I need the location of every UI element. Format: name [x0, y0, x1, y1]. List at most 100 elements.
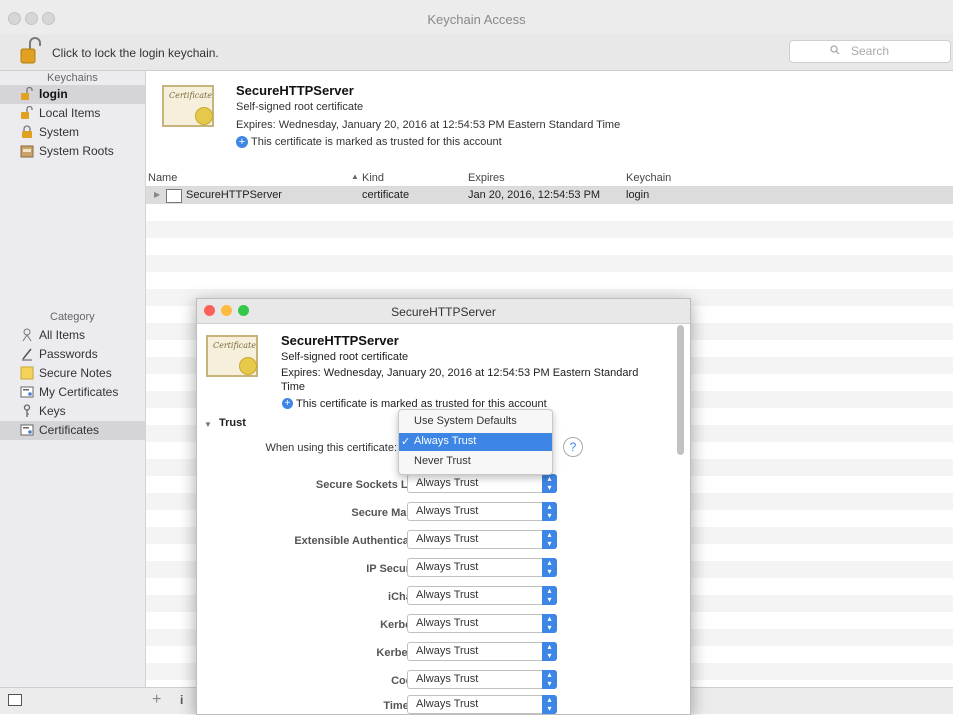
sort-ascending-icon: ▲	[351, 172, 359, 181]
certificate-icon	[166, 189, 182, 203]
sheet-title-bar: SecureHTTPServer	[197, 299, 690, 324]
cert-expires: Expires: Wednesday, January 20, 2016 at …	[236, 119, 621, 131]
sheet-cert-kind: Self-signed root certificate	[281, 351, 409, 363]
table-row[interactable]: ▶ SecureHTTPServer certificate Jan 20, 2…	[146, 187, 953, 204]
seal-icon	[239, 357, 257, 375]
sidebar-item-system-roots[interactable]: System Roots	[0, 142, 145, 161]
policy-select-kerberos-server[interactable]: Always Trust ▴ ▾	[407, 642, 557, 661]
empty-row	[146, 221, 953, 238]
sidebar-item-login[interactable]: login	[0, 85, 145, 104]
sheet-title: SecureHTTPServer	[391, 305, 496, 319]
scrollbar-thumb[interactable]	[677, 325, 684, 455]
select-arrows-icon: ▴▾	[542, 530, 557, 549]
certificate-image: Certificate	[206, 335, 258, 377]
cert-trust-note: This certificate is marked as trusted fo…	[251, 136, 502, 148]
certificate-detail-window: SecureHTTPServer Certificate SecureHTTPS…	[196, 298, 691, 715]
sidebar-item-label: All Items	[39, 328, 86, 342]
info-button[interactable]: i	[180, 693, 183, 707]
help-button[interactable]: ?	[563, 437, 583, 457]
category-header: Category	[50, 311, 95, 323]
sidebar-item-label: Passwords	[39, 347, 98, 361]
sidebar-item-label: Keys	[39, 404, 66, 418]
sheet-cert-expires: Expires: Wednesday, January 20, 2016 at …	[281, 367, 639, 379]
sidebar-item-label: Local Items	[39, 106, 101, 120]
sidebar-item-label: System Roots	[39, 144, 114, 158]
sidebar-toggle-icon[interactable]	[8, 694, 22, 706]
column-header-kind[interactable]: Kind	[362, 172, 384, 184]
sheet-cert-title: SecureHTTPServer	[281, 333, 399, 348]
disclosure-triangle-icon[interactable]: ▶	[154, 190, 160, 199]
sidebar-item-label: My Certificates	[39, 385, 119, 399]
sidebar-item-all-items[interactable]: All Items	[0, 326, 145, 345]
column-header-name[interactable]: Name	[148, 172, 177, 184]
sidebar-item-local-items[interactable]: Local Items	[0, 104, 145, 123]
row-keychain: login	[626, 189, 650, 201]
window-title: Keychain Access	[427, 12, 526, 27]
select-arrows-icon: ▴▾	[542, 474, 557, 493]
select-arrows-icon: ▴▾	[542, 558, 557, 577]
lock-open-icon	[20, 86, 34, 101]
sidebar-item-label: Certificates	[39, 423, 100, 437]
certificate-icon	[20, 385, 34, 399]
menu-item-use-system-defaults[interactable]: Use System Defaults	[399, 413, 552, 431]
sidebar-item-keys[interactable]: Keys	[0, 402, 145, 421]
disclosure-down-icon[interactable]: ▼	[204, 420, 212, 429]
sidebar-item-certificates[interactable]: Certificates	[0, 421, 145, 440]
add-button[interactable]: +	[152, 691, 161, 709]
select-arrows-icon: ▴▾	[542, 586, 557, 605]
lock-closed-icon	[20, 125, 34, 139]
select-arrows-icon: ▴▾	[542, 670, 557, 689]
cert-kind: Self-signed root certificate	[236, 101, 364, 113]
when-using-label: When using this certificate:	[265, 442, 397, 454]
certificate-icon	[20, 423, 34, 437]
select-arrows-icon: ▴▾	[542, 502, 557, 521]
column-header-expires[interactable]: Expires	[468, 172, 505, 184]
sidebar-item-system[interactable]: System	[0, 123, 145, 142]
key-icon	[20, 404, 34, 418]
select-arrows-icon: ▴▾	[542, 695, 557, 714]
policy-select-smime[interactable]: Always Trust ▴ ▾	[407, 502, 557, 521]
policy-select-ssl[interactable]: Always Trust ▴ ▾	[407, 474, 557, 493]
policy-select-ichat[interactable]: Always Trust ▴ ▾	[407, 586, 557, 605]
trust-section-header[interactable]: Trust	[219, 417, 246, 429]
column-header-keychain[interactable]: Keychain	[626, 172, 671, 184]
toolbar: Click to lock the login keychain. Search	[0, 34, 953, 71]
lock-open-icon	[20, 105, 34, 120]
table-header: Name ▲ Kind Expires Keychain	[146, 172, 953, 187]
menu-item-never-trust[interactable]: Never Trust	[399, 453, 552, 471]
policy-select-ipsec[interactable]: Always Trust ▴ ▾	[407, 558, 557, 577]
search-icon	[830, 45, 840, 58]
sidebar-item-label: System	[39, 125, 80, 139]
policy-select-kerberos-client[interactable]: Always Trust ▴ ▾	[407, 614, 557, 633]
policy-select-code-signing[interactable]: Always Trust ▴ ▾	[407, 670, 557, 689]
row-name: SecureHTTPServer	[186, 189, 282, 201]
sidebar-item-label: login	[39, 87, 68, 101]
search-input[interactable]: Search	[789, 40, 951, 63]
trust-popup-menu: Use System Defaults ✓ Always Trust Never…	[398, 409, 553, 475]
cabinet-icon	[20, 144, 34, 158]
policy-select-eap[interactable]: Always Trust ▴ ▾	[407, 530, 557, 549]
all-items-icon	[20, 328, 34, 342]
select-arrows-icon: ▴▾	[542, 614, 557, 633]
policy-select-time-stamping[interactable]: Always Trust ▴ ▾	[407, 695, 557, 714]
sidebar: Keychains login Local Items System Syste…	[0, 71, 146, 687]
plus-badge-icon: +	[282, 398, 293, 409]
lock-keychain-label[interactable]: Click to lock the login keychain.	[52, 46, 219, 60]
checkmark-icon: ✓	[401, 436, 411, 448]
search-placeholder: Search	[850, 44, 890, 58]
note-icon	[20, 366, 34, 380]
plus-badge-icon: +	[236, 136, 248, 148]
lock-open-icon[interactable]	[20, 37, 42, 65]
sheet-cert-expires-cont: Time	[281, 381, 306, 393]
menu-item-always-trust[interactable]: ✓ Always Trust	[399, 433, 552, 451]
select-arrows-icon: ▴▾	[542, 642, 557, 661]
seal-icon	[195, 107, 213, 125]
sidebar-item-label: Secure Notes	[39, 366, 112, 380]
pen-icon	[20, 347, 34, 361]
sidebar-item-passwords[interactable]: Passwords	[0, 345, 145, 364]
keychains-header: Keychains	[47, 72, 98, 84]
certificate-image: Certificate	[162, 85, 214, 127]
title-bar: Keychain Access	[0, 0, 953, 34]
sidebar-item-secure-notes[interactable]: Secure Notes	[0, 364, 145, 383]
sidebar-item-my-certificates[interactable]: My Certificates	[0, 383, 145, 402]
